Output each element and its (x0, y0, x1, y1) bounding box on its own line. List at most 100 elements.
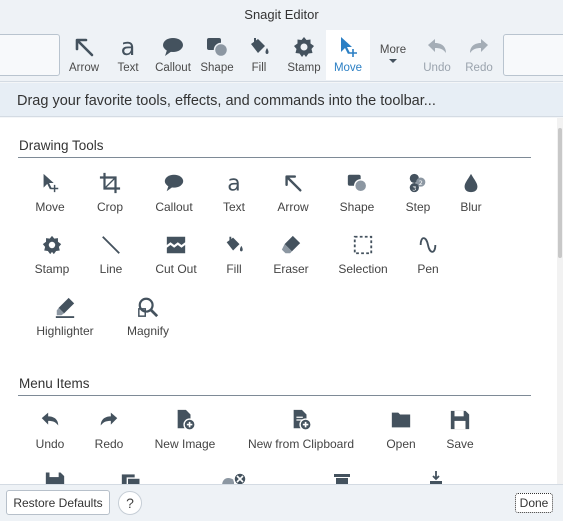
arrow-icon (75, 38, 94, 57)
redo-icon (100, 412, 118, 426)
section-drawing-tools-title: Drawing Tools (19, 138, 104, 153)
menu-redo[interactable]: Redo (74, 409, 144, 451)
cut-out-icon (166, 236, 186, 254)
menu-new-from-clipboard-label: New from Clipboard (247, 437, 355, 451)
magnify-icon (138, 297, 159, 318)
shape-icon (347, 174, 368, 193)
toolbar-shape-button[interactable]: Shape (198, 30, 236, 80)
tool-blur[interactable]: Blur (436, 172, 506, 214)
scrollbar-thumb[interactable] (558, 128, 562, 258)
toolbar-callout-label: Callout (155, 62, 191, 74)
move-icon (341, 37, 357, 57)
tool-eraser[interactable]: Eraser (256, 234, 326, 276)
tool-blur-label: Blur (460, 200, 482, 214)
close-image-icon[interactable] (220, 472, 248, 484)
tool-arrow[interactable]: Arrow (258, 172, 328, 214)
svg-text:a: a (227, 172, 240, 194)
toolbar-move-button[interactable]: Move (326, 30, 370, 80)
text-icon: a (227, 172, 240, 194)
copy-icon[interactable] (120, 472, 142, 484)
download-icon[interactable] (428, 470, 444, 484)
svg-text:2: 2 (419, 179, 423, 187)
fill-icon (226, 236, 243, 252)
new-image-icon (177, 409, 196, 431)
toolbar-more-label: More (379, 44, 407, 56)
shape-icon (207, 38, 229, 58)
tool-eraser-label: Eraser (273, 262, 309, 276)
toolbar-redo-label: Redo (465, 62, 493, 74)
undo-icon (428, 39, 446, 53)
svg-text:3: 3 (412, 184, 416, 192)
toolbar-text-label: Text (117, 62, 139, 74)
tool-shape[interactable]: Shape (322, 172, 392, 214)
menu-new-from-clipboard[interactable]: New from Clipboard (241, 409, 361, 451)
fill-icon (251, 38, 269, 54)
toolbar-stamp-label: Stamp (287, 62, 321, 74)
tool-highlighter-label: Highlighter (36, 324, 94, 338)
toolbar-hint: Drag your favorite tools, effects, and c… (0, 83, 563, 117)
stamp-icon (42, 235, 62, 255)
toolbar-callout-button[interactable]: Callout (150, 30, 196, 80)
highlighter-icon (55, 297, 75, 318)
toolbar-empty-slot-right[interactable] (503, 34, 563, 76)
restore-defaults-button[interactable]: Restore Defaults (6, 490, 110, 515)
toolbar-empty-slot-left[interactable] (0, 34, 60, 76)
redo-icon (470, 39, 488, 53)
section-divider (18, 395, 531, 396)
menu-new-image[interactable]: New Image (150, 409, 220, 451)
toolbar: Arrow a Text Callout Shape Fill Stamp Mo… (0, 30, 563, 82)
footer-bar: Restore Defaults ? Done (0, 484, 563, 521)
tool-crop-label: Crop (96, 200, 123, 214)
tool-highlighter[interactable]: Highlighter (30, 296, 100, 338)
save-as-icon[interactable] (44, 470, 66, 484)
svg-text:a: a (121, 35, 136, 59)
folder-icon (391, 412, 411, 428)
text-icon: a (121, 35, 136, 59)
tool-pen-label: Pen (417, 262, 439, 276)
window-title: Snagit Editor (0, 0, 563, 30)
callout-icon (163, 38, 183, 56)
arrow-icon (285, 175, 302, 192)
toolbar-shape-label: Shape (200, 62, 234, 74)
tool-magnify-label: Magnify (126, 324, 170, 338)
toolbar-text-button[interactable]: a Text (110, 30, 146, 80)
toolbar-undo-label: Undo (423, 62, 451, 74)
tool-selection-label: Selection (338, 262, 388, 276)
eraser-icon (281, 235, 301, 254)
move-icon (43, 173, 59, 193)
line-icon (102, 236, 120, 254)
menu-new-image-label: New Image (154, 437, 216, 451)
toolbar-fill-button[interactable]: Fill (242, 30, 276, 80)
help-button[interactable]: ? (118, 491, 142, 515)
done-button[interactable]: Done (515, 493, 553, 513)
tool-line[interactable]: Line (76, 234, 146, 276)
tool-pen[interactable]: Pen (393, 234, 463, 276)
toolbar-move-label: Move (333, 62, 363, 74)
toolbar-arrow-button[interactable]: Arrow (64, 30, 104, 80)
callout-icon (164, 174, 184, 192)
tool-crop[interactable]: Crop (75, 172, 145, 214)
save-icon (450, 410, 470, 430)
tool-shape-label: Shape (339, 200, 375, 214)
pen-icon (419, 237, 437, 253)
toolbar-redo-button[interactable]: Redo (460, 30, 498, 80)
undo-icon (41, 412, 59, 426)
section-divider (18, 157, 531, 158)
tool-selection[interactable]: Selection (328, 234, 398, 276)
selection-icon (353, 235, 373, 255)
section-menu-items-title: Menu Items (19, 376, 90, 391)
blur-icon (464, 173, 478, 193)
snagit-window: Snagit Editor Arrow a Text Callout Shape… (0, 0, 563, 521)
menu-save[interactable]: Save (425, 409, 495, 451)
toolbar-more-button[interactable]: More (374, 30, 412, 80)
crop-icon (99, 172, 121, 194)
chevron-down-icon (389, 59, 397, 63)
step-icon: 32 (409, 173, 426, 192)
clipboard-icon (293, 409, 312, 431)
delete-icon[interactable] (332, 472, 352, 484)
toolbar-undo-button[interactable]: Undo (418, 30, 456, 80)
toolbar-arrow-label: Arrow (68, 62, 100, 74)
tool-magnify[interactable]: Magnify (113, 296, 183, 338)
menu-save-label: Save (446, 437, 474, 451)
toolbar-stamp-button[interactable]: Stamp (284, 30, 324, 80)
